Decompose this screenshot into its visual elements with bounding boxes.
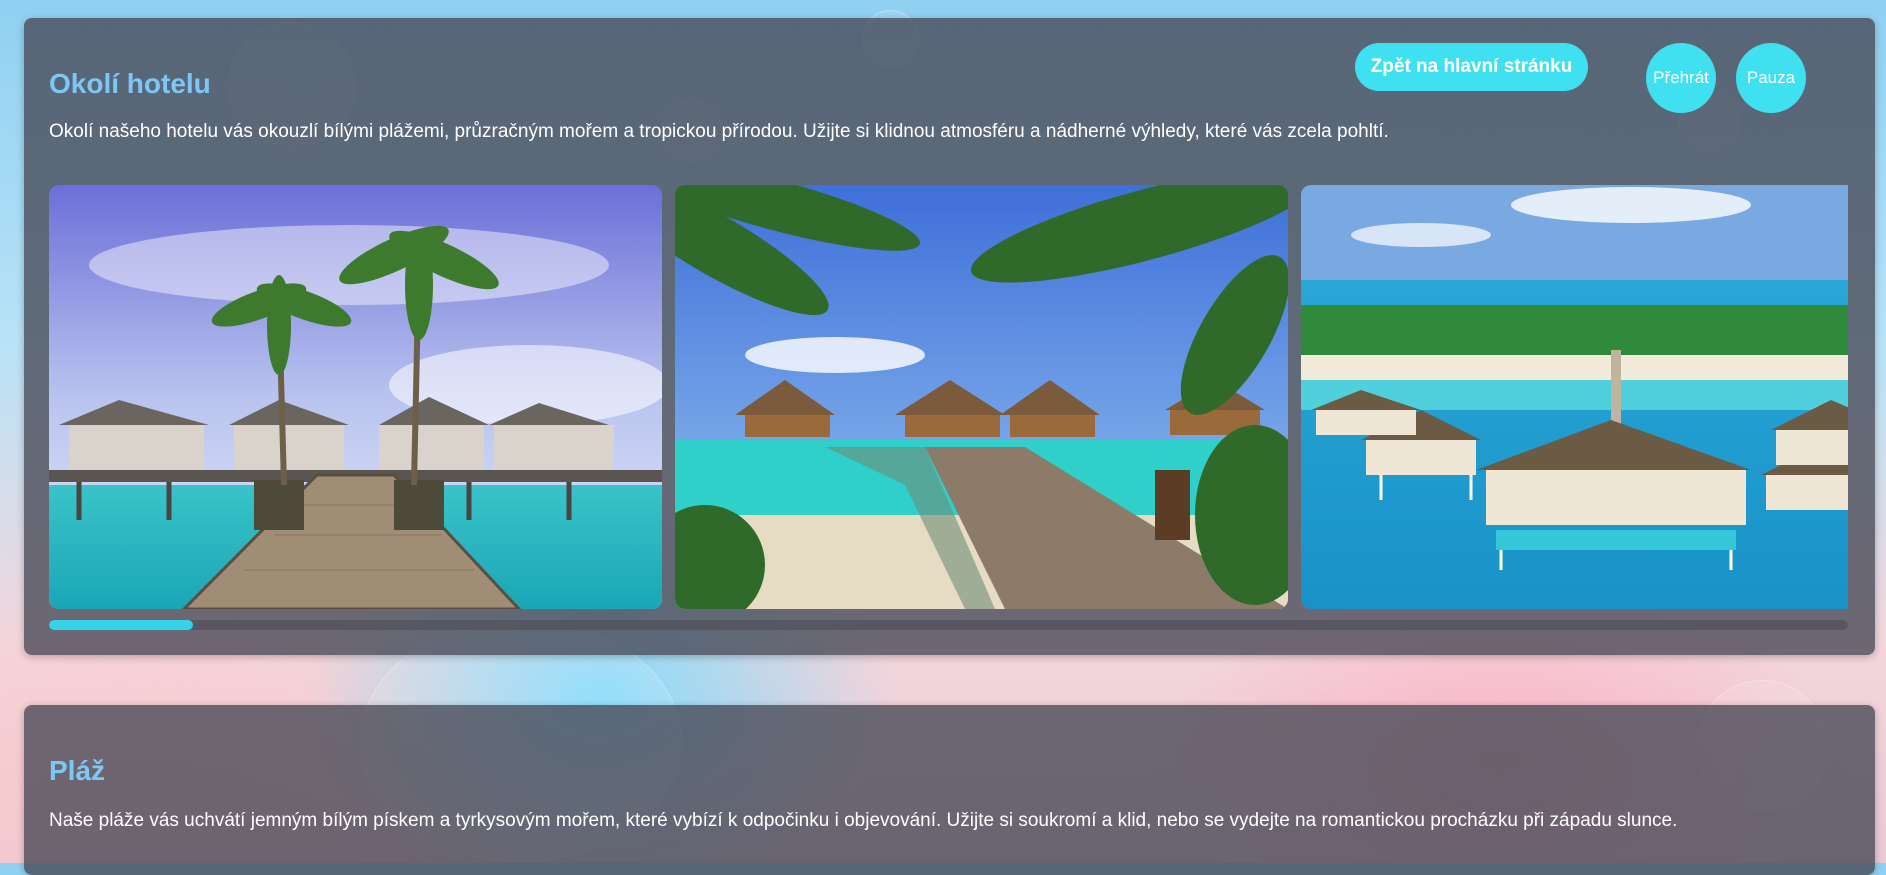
beach-panel: Pláž Naše pláže vás uchvátí jemným bílým… (24, 705, 1875, 875)
slideshow-progress-bar (49, 620, 1848, 630)
hotel-surroundings-panel: Okolí hotelu Okolí našeho hotelu vás oko… (24, 18, 1875, 655)
aerial-resort-island-photo (1301, 185, 1848, 609)
section-title: Pláž (49, 755, 106, 786)
slideshow-progress-fill (49, 620, 193, 630)
beach-palms-pier-photo (675, 185, 1288, 609)
section-title: Okolí hotelu (49, 68, 211, 99)
back-to-home-button[interactable]: Zpět na hlavní stránku (1355, 43, 1588, 91)
pause-button[interactable]: Pauza (1736, 43, 1806, 113)
overwater-villas-pier-photo (49, 185, 662, 609)
photo-gallery[interactable] (49, 185, 1848, 611)
section-description: Okolí našeho hotelu vás okouzlí bílými p… (49, 121, 1389, 142)
play-button[interactable]: Přehrát (1646, 43, 1716, 113)
section-description: Naše pláže vás uchvátí jemným bílým písk… (49, 810, 1678, 831)
